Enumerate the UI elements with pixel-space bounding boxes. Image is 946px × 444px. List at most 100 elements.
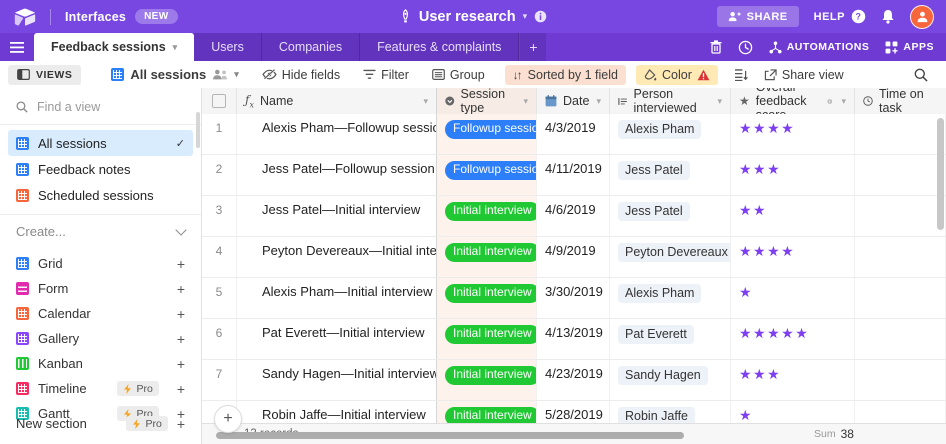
horizontal-scrollbar[interactable] <box>216 432 684 439</box>
table-row[interactable]: 5 Alexis Pham—Initial interview Initial … <box>202 278 946 319</box>
filter-button[interactable]: Filter <box>363 68 409 82</box>
cell-feedback-score[interactable]: ★ <box>731 401 855 424</box>
cell-date[interactable]: 4/11/2019 <box>537 155 610 195</box>
cell-person-interviewed[interactable]: Alexis Pham <box>610 278 731 318</box>
cell-time-on-task[interactable] <box>855 196 946 236</box>
score-summary[interactable]: Sum 38 <box>814 424 854 444</box>
cell-session-type[interactable]: Initial interview <box>437 319 537 359</box>
cell-session-type[interactable]: Followup session <box>437 114 537 154</box>
cell-session-type[interactable]: Initial interview <box>437 237 537 277</box>
column-header-person-interviewed[interactable]: Person interviewed ▾ <box>610 88 731 115</box>
cell-time-on-task[interactable] <box>855 155 946 195</box>
sidebar-view-item[interactable]: All sessions ✓ <box>8 130 193 156</box>
cell-date[interactable]: 4/23/2019 <box>537 360 610 400</box>
cell-name[interactable]: Alexis Pham—Initial interview <box>237 278 437 318</box>
column-caret-icon[interactable]: ▾ <box>717 96 722 107</box>
interfaces-label[interactable]: Interfaces <box>65 10 126 24</box>
star-rating[interactable]: ★★★★ <box>739 243 795 259</box>
star-rating[interactable]: ★ <box>739 407 753 423</box>
cell-person-interviewed[interactable]: Jess Patel <box>610 155 731 195</box>
cell-name[interactable]: Jess Patel—Initial interview <box>237 196 437 236</box>
tab-companies[interactable]: Companies <box>261 33 361 61</box>
cell-feedback-score[interactable]: ★★★★ <box>731 114 855 154</box>
cell-feedback-score[interactable]: ★★★★★ <box>731 319 855 359</box>
row-height-button[interactable] <box>734 68 748 81</box>
star-rating[interactable]: ★★★ <box>739 366 781 382</box>
cell-time-on-task[interactable] <box>855 278 946 318</box>
cell-session-type[interactable]: Followup session <box>437 155 537 195</box>
create-view-item[interactable]: Grid + <box>0 251 201 276</box>
cell-time-on-task[interactable] <box>855 319 946 359</box>
hide-fields-button[interactable]: Hide fields <box>262 68 340 82</box>
add-view-icon[interactable]: + <box>177 307 185 321</box>
table-row[interactable]: 6 Pat Everett—Initial interview Initial … <box>202 319 946 360</box>
cell-person-interviewed[interactable]: Peyton Devereaux <box>610 237 731 277</box>
cell-time-on-task[interactable] <box>855 360 946 400</box>
vertical-scrollbar[interactable] <box>937 118 944 230</box>
tab-feedback-sessions[interactable]: Feedback sessions ▾ <box>34 33 195 61</box>
add-view-icon[interactable]: + <box>177 382 185 396</box>
cell-name[interactable]: Sandy Hagen—Initial interview <box>237 360 437 400</box>
table-row[interactable]: 2 Jess Patel—Followup session Followup s… <box>202 155 946 196</box>
cell-name[interactable]: Peyton Devereaux—Initial interview <box>237 237 437 277</box>
cell-name[interactable]: Robin Jaffe—Initial interview <box>237 401 437 424</box>
cell-person-interviewed[interactable]: Jess Patel <box>610 196 731 236</box>
star-rating[interactable]: ★★★★★ <box>739 325 809 341</box>
cell-session-type[interactable]: Initial interview <box>437 278 537 318</box>
cell-feedback-score[interactable]: ★★★ <box>731 360 855 400</box>
column-header-time-on-task[interactable]: Time on task <box>855 88 946 115</box>
cell-person-interviewed[interactable]: Alexis Pham <box>610 114 731 154</box>
view-switcher[interactable]: All sessions ▾ <box>111 67 239 82</box>
column-header-date[interactable]: Date ▾ <box>537 88 610 114</box>
tab-caret-icon[interactable]: ▾ <box>173 42 178 53</box>
cell-time-on-task[interactable] <box>855 114 946 154</box>
search-button[interactable] <box>914 68 928 82</box>
create-view-item[interactable]: Gallery + <box>0 326 201 351</box>
cell-person-interviewed[interactable]: Sandy Hagen <box>610 360 731 400</box>
add-view-icon[interactable]: + <box>177 357 185 371</box>
column-caret-icon[interactable]: ▾ <box>841 96 846 107</box>
group-button[interactable]: Group <box>432 68 485 82</box>
help-button[interactable]: HELP ? <box>814 9 866 24</box>
share-view-button[interactable]: Share view <box>764 68 844 82</box>
sort-button[interactable]: ↓↑ Sorted by 1 field <box>504 64 626 85</box>
create-view-item[interactable]: Form + <box>0 276 201 301</box>
trash-icon[interactable] <box>710 40 722 54</box>
cell-feedback-score[interactable]: ★ <box>731 278 855 318</box>
cell-date[interactable]: 4/6/2019 <box>537 196 610 236</box>
add-table-button[interactable]: + <box>520 33 547 61</box>
select-all-checkbox[interactable] <box>212 94 226 108</box>
create-view-item[interactable]: Timeline Pro + <box>0 376 201 401</box>
add-record-button[interactable]: + <box>214 405 242 433</box>
table-row[interactable]: 3 Jess Patel—Initial interview Initial i… <box>202 196 946 237</box>
cell-time-on-task[interactable] <box>855 401 946 424</box>
cell-date[interactable]: 5/28/2019 <box>537 401 610 424</box>
table-row[interactable]: 7 Sandy Hagen—Initial interview Initial … <box>202 360 946 401</box>
new-section-button[interactable]: New section Pro + <box>0 416 201 431</box>
star-rating[interactable]: ★★★ <box>739 161 781 177</box>
history-icon[interactable] <box>738 40 753 55</box>
table-row[interactable]: 1 Alexis Pham—Followup session Followup … <box>202 114 946 155</box>
tab-features-complaints[interactable]: Features & complaints <box>360 33 520 61</box>
cell-name[interactable]: Alexis Pham—Followup session <box>237 114 437 154</box>
add-view-icon[interactable]: + <box>177 257 185 271</box>
column-caret-icon[interactable]: ▾ <box>423 96 428 107</box>
share-button[interactable]: SHARE <box>716 6 799 27</box>
views-toggle-button[interactable]: VIEWS <box>8 64 82 85</box>
sidebar-scrollbar[interactable] <box>196 112 200 148</box>
cell-feedback-score[interactable]: ★★ <box>731 196 855 236</box>
cell-name[interactable]: Jess Patel—Followup session <box>237 155 437 195</box>
add-view-icon[interactable]: + <box>177 332 185 346</box>
create-view-item[interactable]: Kanban + <box>0 351 201 376</box>
cell-person-interviewed[interactable]: Robin Jaffe <box>610 401 731 424</box>
cell-time-on-task[interactable] <box>855 237 946 277</box>
cell-date[interactable]: 4/3/2019 <box>537 114 610 154</box>
cell-name[interactable]: Pat Everett—Initial interview <box>237 319 437 359</box>
sidebar-view-item[interactable]: Feedback notes <box>8 156 193 182</box>
star-rating[interactable]: ★ <box>739 284 753 300</box>
find-a-view[interactable]: Find a view <box>0 95 201 125</box>
apps-button[interactable]: APPS <box>885 41 934 54</box>
create-section-toggle[interactable]: Create... <box>0 215 201 241</box>
column-header-overall-feedback-score[interactable]: ★ Overall feedback score ▾ <box>731 88 855 122</box>
star-rating[interactable]: ★★ <box>739 202 767 218</box>
